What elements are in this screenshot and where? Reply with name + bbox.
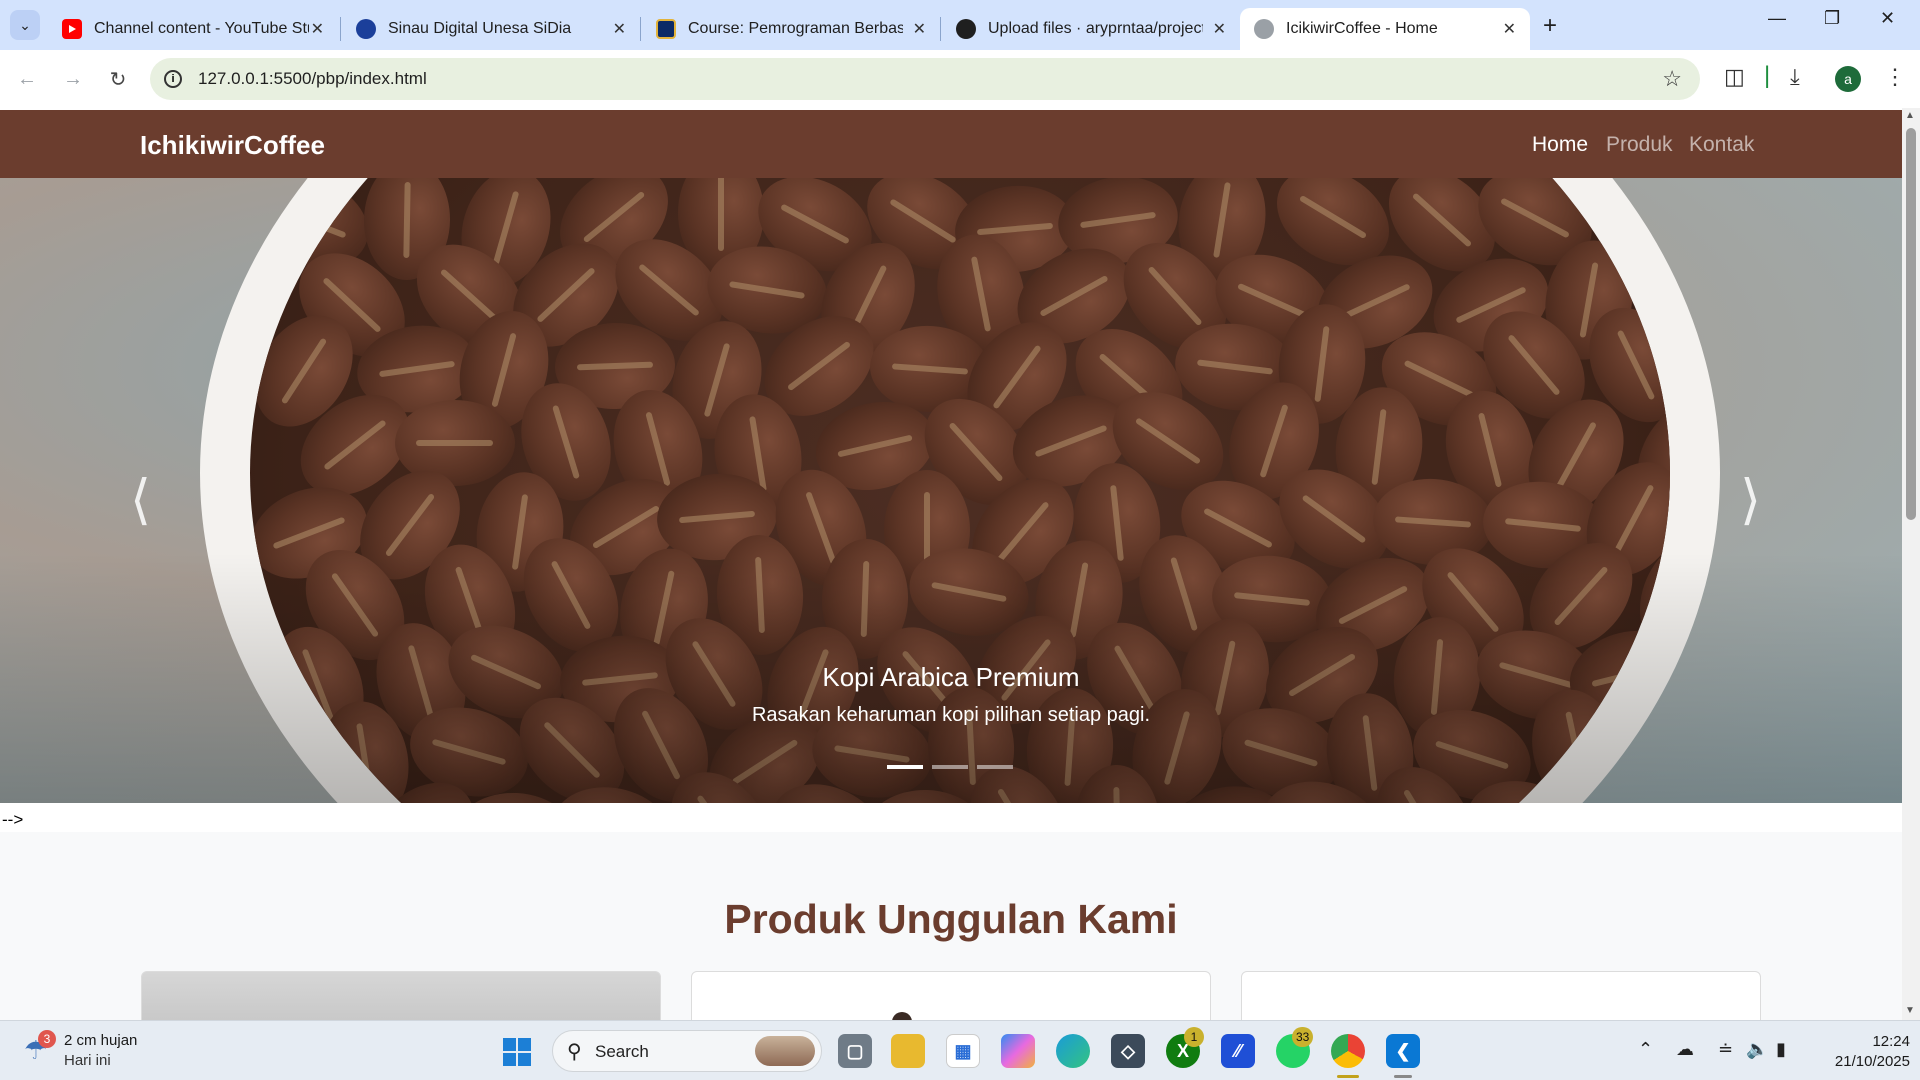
taskbar-search[interactable]: ⚲ Search: [552, 1030, 822, 1072]
nav-kontak[interactable]: Kontak: [1689, 133, 1754, 157]
tray-chevron-up-icon[interactable]: ⌃: [1638, 1039, 1653, 1060]
sidia-icon: [356, 19, 376, 39]
clock-time: 12:24: [1872, 1033, 1910, 1050]
tab-search-button[interactable]: ⌄: [10, 10, 40, 40]
task-view-icon[interactable]: ▢: [838, 1034, 872, 1068]
microsoft-store-icon[interactable]: ▦: [946, 1034, 980, 1068]
unity-icon[interactable]: ◇: [1111, 1034, 1145, 1068]
address-bar[interactable]: i 127.0.0.1:5500/pbp/index.html ☆: [150, 58, 1700, 100]
close-icon[interactable]: ✕: [1503, 19, 1516, 39]
hero-carousel: ⟨ ⟩ Kopi Arabica Premium Rasakan keharum…: [0, 178, 1902, 803]
tab-course[interactable]: Course: Pemrograman Berbasis ✕: [642, 8, 940, 50]
tab-github[interactable]: Upload files · aryprntaa/project ✕: [942, 8, 1240, 50]
site-brand[interactable]: IchikiwirCoffee: [140, 130, 325, 161]
stray-comment-text: -->: [2, 810, 24, 829]
file-explorer-icon[interactable]: [891, 1034, 925, 1068]
web-page: IchikiwirCoffee Home Produk Kontak ⟨ ⟩ K…: [0, 108, 1920, 1020]
section-title: Produk Unggulan Kami: [724, 896, 1178, 942]
xbox-badge: 1: [1184, 1027, 1204, 1047]
weather-badge: 3: [38, 1030, 56, 1048]
close-icon[interactable]: ✕: [613, 19, 626, 39]
scrollbar-thumb[interactable]: [1906, 128, 1916, 520]
hero-caption-title: Kopi Arabica Premium: [822, 662, 1080, 692]
windows-taskbar: ☂ 3 2 cm hujan Hari ini ⚲ Search ▢ ▦ ◇ X…: [0, 1020, 1920, 1080]
product-card[interactable]: [691, 971, 1211, 1020]
chevron-down-icon: ⌄: [19, 16, 31, 33]
product-card[interactable]: [141, 971, 661, 1020]
chrome-icon[interactable]: [1331, 1034, 1365, 1068]
onedrive-icon[interactable]: ☁: [1676, 1039, 1694, 1060]
whatsapp-badge: 33: [1292, 1027, 1314, 1047]
hero-caption-text: Rasakan keharuman kopi pilihan setiap pa…: [751, 704, 1151, 726]
tab-icikiwir-home[interactable]: IcikiwirCoffee - Home ✕: [1240, 8, 1530, 50]
wifi-icon[interactable]: ≐: [1718, 1039, 1733, 1060]
site-info-icon[interactable]: i: [164, 70, 182, 88]
tab-strip: ⌄ Channel content - YouTube Stu ✕ Sinau …: [0, 0, 1920, 50]
page-scrollbar[interactable]: ▲ ▼: [1902, 108, 1920, 1020]
search-highlight-image: [755, 1036, 815, 1066]
tab-divider: [340, 17, 341, 41]
nav-home[interactable]: Home: [1532, 133, 1588, 157]
browser-toolbar: ← → ↻ i 127.0.0.1:5500/pbp/index.html ☆ …: [0, 50, 1920, 108]
new-tab-button[interactable]: +: [1543, 12, 1557, 40]
menu-dots-icon[interactable]: ⋮: [1884, 64, 1906, 90]
product-image: [892, 1012, 912, 1020]
url-text[interactable]: 127.0.0.1:5500/pbp/index.html: [198, 69, 427, 89]
carousel-indicator[interactable]: [977, 765, 1013, 769]
carousel-prev-icon[interactable]: ⟨: [130, 468, 151, 531]
search-icon: ⚲: [567, 1041, 582, 1063]
download-icon[interactable]: ⤓: [1790, 64, 1800, 90]
restore-icon[interactable]: ❐: [1824, 8, 1840, 29]
tab-sidia[interactable]: Sinau Digital Unesa SiDia ✕: [342, 8, 640, 50]
github-icon: [956, 19, 976, 39]
running-indicator: [1337, 1075, 1359, 1078]
close-icon[interactable]: ✕: [913, 19, 926, 39]
system-clock[interactable]: 12:24 21/10/2025: [1810, 1032, 1910, 1072]
extensions-icon[interactable]: ◫: [1724, 64, 1745, 90]
search-label: Search: [595, 1042, 649, 1061]
tab-divider: [940, 17, 941, 41]
forward-icon[interactable]: →: [58, 64, 88, 94]
vscode-icon[interactable]: ❮: [1386, 1034, 1420, 1068]
tab-title: IcikiwirCoffee - Home: [1286, 20, 1438, 37]
tab-divider: [640, 17, 641, 41]
bookmark-star-icon[interactable]: ☆: [1662, 66, 1682, 92]
reload-icon[interactable]: ↻: [103, 64, 133, 94]
toolbar-divider: |: [1764, 62, 1771, 89]
close-icon[interactable]: ✕: [311, 19, 324, 39]
close-window-icon[interactable]: ✕: [1880, 8, 1895, 29]
minimize-icon[interactable]: —: [1768, 8, 1786, 29]
tab-title: Course: Pemrograman Berbasis: [688, 20, 903, 37]
azure-icon[interactable]: ⁄⁄: [1221, 1034, 1255, 1068]
tab-title: Upload files · aryprntaa/project: [988, 20, 1203, 37]
product-card[interactable]: [1241, 971, 1761, 1020]
tab-youtube[interactable]: Channel content - YouTube Stu ✕: [48, 8, 338, 50]
close-icon[interactable]: ✕: [1213, 19, 1226, 39]
globe-icon: [1254, 19, 1274, 39]
clock-date: 21/10/2025: [1834, 1053, 1910, 1070]
windows-start-icon[interactable]: [503, 1038, 531, 1066]
volume-icon[interactable]: 🔈: [1746, 1039, 1768, 1060]
weather-line2[interactable]: Hari ini: [64, 1052, 111, 1069]
scroll-down-icon[interactable]: ▼: [1905, 1005, 1915, 1016]
battery-icon[interactable]: ▮: [1776, 1039, 1786, 1060]
youtube-icon: [62, 19, 82, 39]
running-indicator: [1394, 1075, 1412, 1078]
copilot-icon[interactable]: [1001, 1034, 1035, 1068]
tab-title: Channel content - YouTube Stu: [94, 20, 309, 37]
tab-title: Sinau Digital Unesa SiDia: [388, 20, 572, 37]
scroll-up-icon[interactable]: ▲: [1905, 110, 1915, 121]
weather-line1[interactable]: 2 cm hujan: [64, 1032, 137, 1049]
nav-produk[interactable]: Produk: [1606, 133, 1673, 157]
course-icon: [656, 19, 676, 39]
back-icon[interactable]: ←: [12, 64, 42, 94]
edge-icon[interactable]: [1056, 1034, 1090, 1068]
profile-avatar[interactable]: a: [1835, 66, 1861, 92]
carousel-indicator[interactable]: [932, 765, 968, 769]
carousel-next-icon[interactable]: ⟩: [1740, 468, 1761, 531]
site-navbar: IchikiwirCoffee Home Produk Kontak: [0, 110, 1902, 178]
carousel-indicator[interactable]: [887, 765, 923, 769]
